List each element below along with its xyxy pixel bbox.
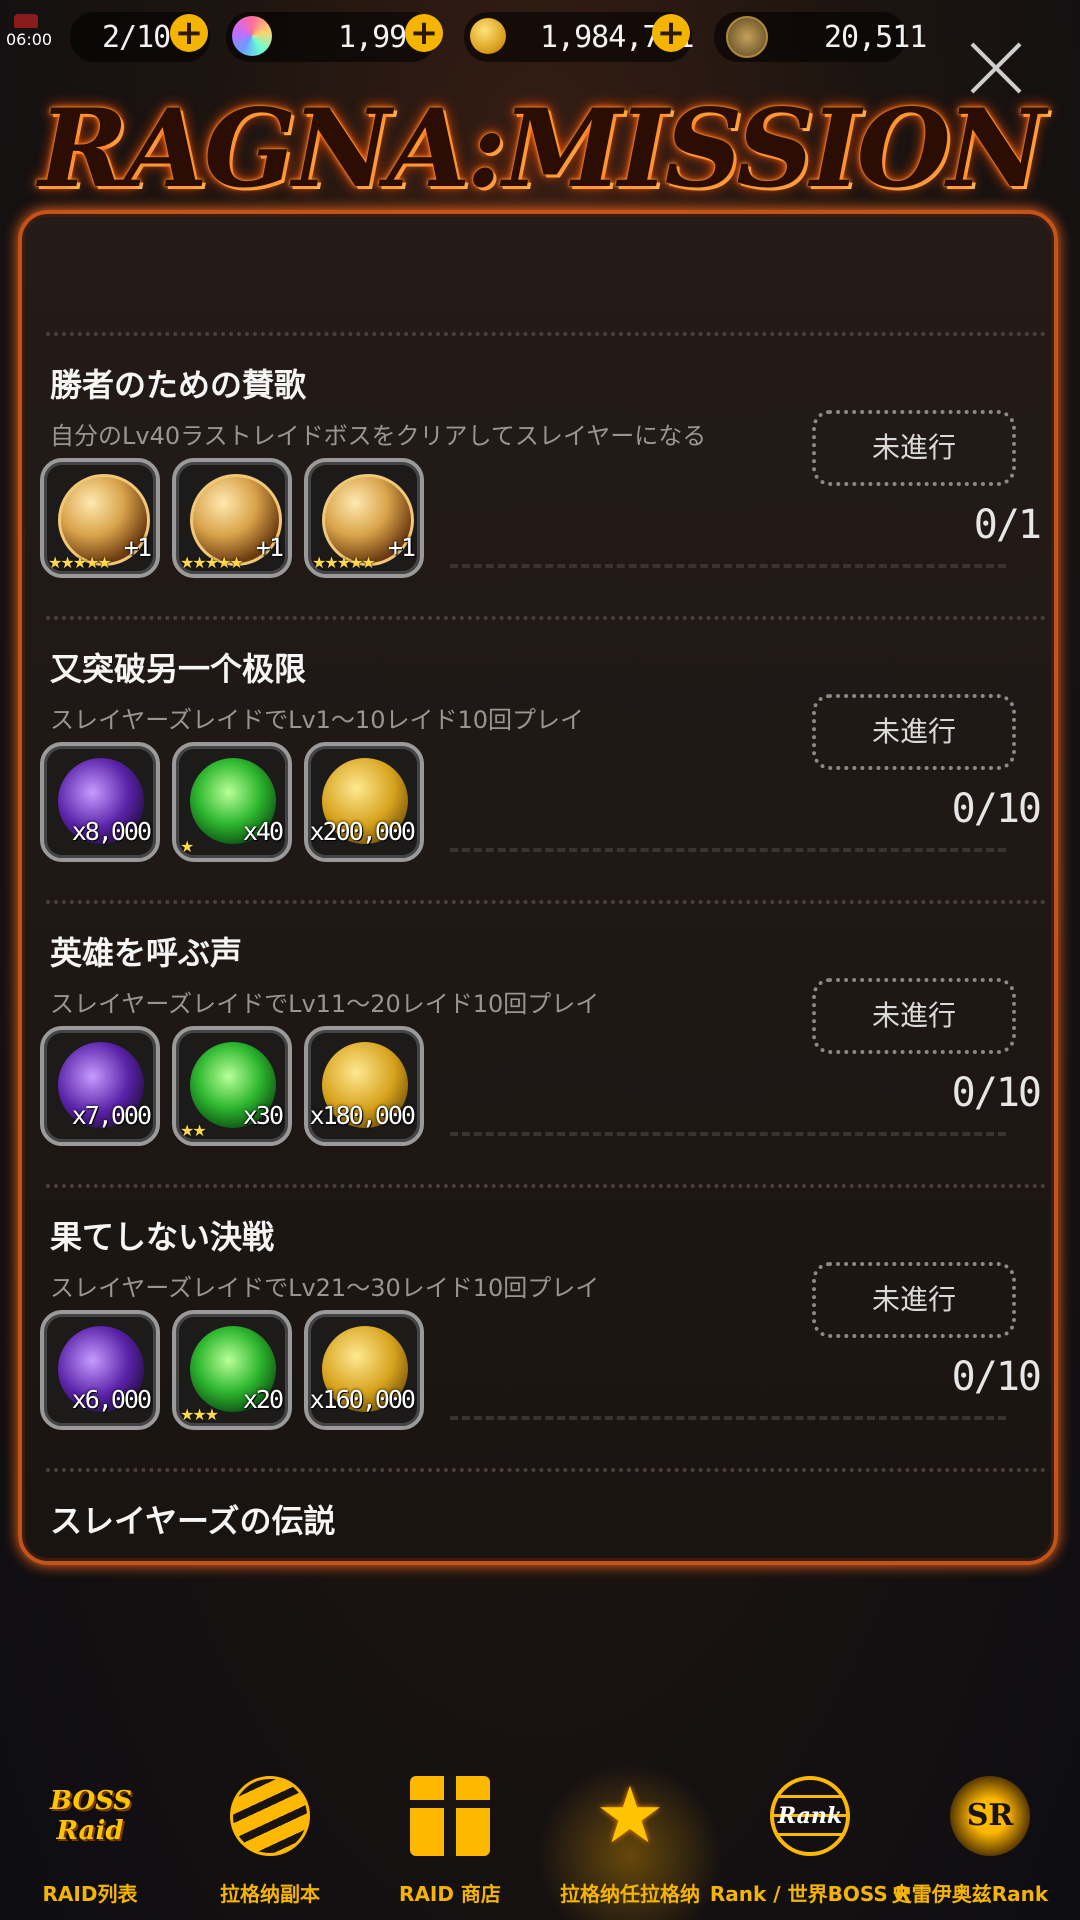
medal-counter: 20,511 (714, 12, 927, 62)
add-stamina-button[interactable]: + (170, 14, 208, 52)
reward-quantity: +1 (387, 533, 416, 562)
nav-ragna-mission[interactable]: ★ 拉格纳任拉格纳 (540, 1760, 720, 1920)
bottom-nav: BOSS Raid RAID列表 拉格纳副本 RAID 商店 ★ 拉格纳任拉格纳… (0, 1760, 1080, 1920)
reward-quantity: x200,000 (309, 817, 416, 846)
mission-progress: 0/1 (973, 502, 1042, 548)
add-gold-button[interactable]: + (652, 14, 690, 52)
add-gems-button[interactable]: + (405, 14, 443, 52)
mission-title: 勝者のための賛歌 (50, 366, 307, 404)
reward-quantity: x40 (242, 817, 284, 846)
reward-slot[interactable]: x180,000 (304, 1026, 424, 1146)
reward-slot[interactable]: x30 ★★ (172, 1026, 292, 1146)
mission-status-button[interactable]: 未進行 (812, 978, 1016, 1054)
reward-slot[interactable]: x7,000 (40, 1026, 160, 1146)
medal-icon (726, 16, 768, 58)
nav-ragna-dungeon[interactable]: 拉格纳副本 (180, 1760, 360, 1920)
mission-description: スレイヤーズレイドでLv1～10レイド10回プレイ (50, 706, 585, 734)
ragna-mission-logo: RAGNA:MISSION (38, 86, 1045, 212)
mission-title: 又突破另一个极限 (50, 650, 307, 688)
reward-slot[interactable]: +1 ★★★★★ (172, 458, 292, 578)
reward-slot[interactable]: x160,000 (304, 1310, 424, 1430)
mission-description: スレイヤーズレイドでLv21～30レイド10回プレイ (50, 1274, 600, 1302)
reward-stars: ★★ (180, 1121, 207, 1140)
progress-track (450, 1416, 1006, 1420)
mission-star-icon: ★ (595, 1771, 665, 1861)
reward-slot[interactable]: x8,000 (40, 742, 160, 862)
mission-row: 又突破另一个极限 スレイヤーズレイドでLv1～10レイド10回プレイ 未進行 x… (40, 604, 1050, 884)
ragna-orb-icon (230, 1776, 310, 1856)
boss-raid-icon: BOSS Raid (50, 1786, 133, 1846)
progress-track (450, 848, 1006, 852)
mission-row: 勝者のための賛歌 自分のLv40ラストレイドボスをクリアしてスレイヤーになる 未… (40, 320, 1050, 600)
reward-stars: ★★★★★ (312, 553, 376, 572)
nav-slayers-rank[interactable]: SR 史雷伊奥兹Rank (892, 1760, 1080, 1920)
mission-progress: 0/10 (951, 786, 1042, 832)
mission-progress: 0/10 (951, 1070, 1042, 1116)
mission-status-button[interactable]: 未進行 (812, 1262, 1016, 1338)
reward-slot[interactable]: x200,000 (304, 742, 424, 862)
nav-raid-list[interactable]: BOSS Raid RAID列表 (0, 1760, 180, 1920)
reward-quantity: x7,000 (71, 1101, 152, 1130)
mission-status-button[interactable]: 未進行 (812, 410, 1016, 486)
reward-quantity: x180,000 (309, 1101, 416, 1130)
mission-list[interactable]: 勝者のための賛歌 自分のLv40ラストレイドボスをクリアしてスレイヤーになる 未… (40, 320, 1050, 1560)
reward-slot[interactable]: +1 ★★★★★ (304, 458, 424, 578)
reward-slot[interactable]: +1 ★★★★★ (40, 458, 160, 578)
nav-raid-shop[interactable]: RAID 商店 (360, 1760, 540, 1920)
mission-progress: 0/10 (951, 1354, 1042, 1400)
reward-slot[interactable]: x40 ★ (172, 742, 292, 862)
reward-stars: ★★★★★ (180, 553, 244, 572)
reward-slot[interactable]: x6,000 (40, 1310, 160, 1430)
reward-quantity: x30 (242, 1101, 284, 1130)
reward-quantity: x6,000 (71, 1385, 152, 1414)
mission-description: 自分のLv40ラストレイドボスをクリアしてスレイヤーになる (50, 422, 707, 450)
rank-globe-icon: Rank (770, 1776, 850, 1856)
hat-icon (14, 14, 38, 28)
progress-track (450, 564, 1006, 568)
reward-slot[interactable]: x20 ★★★ (172, 1310, 292, 1430)
clock-label: 06:00 (6, 30, 53, 49)
reward-stars: ★★★ (180, 1405, 219, 1424)
mission-row: 英雄を呼ぶ声 スレイヤーズレイドでLv11～20レイド10回プレイ 未進行 x7… (40, 888, 1050, 1168)
medal-value: 20,511 (824, 20, 927, 55)
reward-stars: ★★★★★ (48, 553, 112, 572)
mission-status-button[interactable]: 未進行 (812, 694, 1016, 770)
mission-title: 英雄を呼ぶ声 (50, 934, 243, 972)
reward-quantity: x8,000 (71, 817, 152, 846)
gift-icon (410, 1776, 490, 1856)
mission-row: 果てしない決戦 スレイヤーズレイドでLv21～30レイド10回プレイ 未進行 x… (40, 1172, 1050, 1452)
resource-bar: 06:00 2/10 + 1,997 + 1,984,731 + 20,511 (0, 0, 1080, 80)
mission-row: スレイヤーズの伝説 (40, 1456, 1050, 1560)
reward-quantity: x160,000 (309, 1385, 416, 1414)
rainbow-gem-icon (232, 16, 272, 56)
slayers-rank-icon: SR (950, 1776, 1030, 1856)
mission-title: スレイヤーズの伝説 (50, 1502, 336, 1540)
mission-title: 果てしない決戦 (50, 1218, 275, 1256)
stamina-value: 2/10 (102, 20, 171, 55)
reward-stars: ★ (180, 837, 194, 856)
gold-coin-icon (470, 18, 506, 54)
reward-quantity: +1 (123, 533, 152, 562)
nav-label: 史雷伊奥兹Rank (891, 1882, 1049, 1906)
progress-track (450, 1132, 1006, 1136)
reward-quantity: x20 (242, 1385, 284, 1414)
mission-description: スレイヤーズレイドでLv11～20レイド10回プレイ (50, 990, 600, 1018)
reward-quantity: +1 (255, 533, 284, 562)
